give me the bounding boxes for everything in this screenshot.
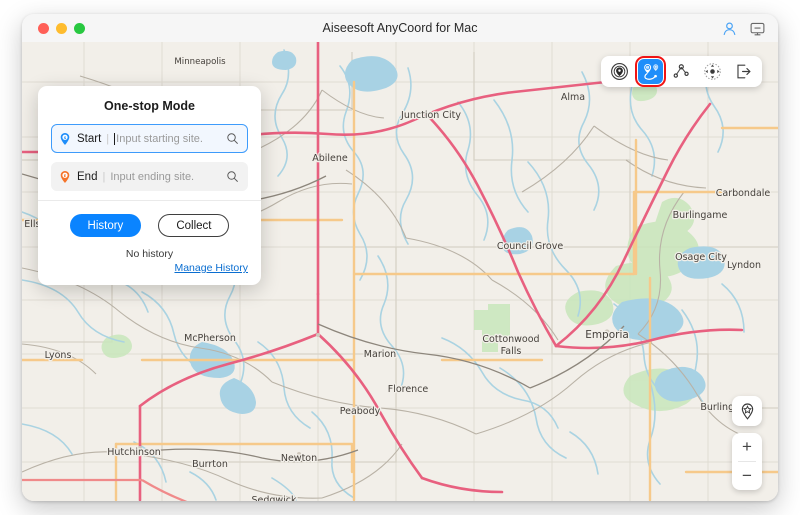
zoom-in-button[interactable]: + (732, 433, 762, 461)
panel-tabs: History Collect (38, 201, 261, 237)
end-input[interactable]: Input ending site. (110, 171, 226, 183)
one-stop-mode-button[interactable]: S (635, 56, 666, 87)
map-label: Osage City (675, 252, 727, 263)
end-field[interactable]: E End | Input ending site. (51, 162, 248, 191)
multi-node-route-icon (673, 64, 689, 78)
end-separator: | (102, 170, 106, 183)
map-label: Abilene (312, 153, 348, 164)
empty-state-text: No history (125, 248, 174, 260)
map-label: Newton (281, 453, 317, 464)
joystick-mode-button[interactable] (700, 59, 725, 84)
map-label: Lyndon (727, 260, 761, 271)
search-icon[interactable] (226, 170, 239, 183)
map-label: Burrton (192, 459, 228, 470)
search-icon[interactable] (226, 132, 239, 145)
collect-button[interactable]: Collect (158, 214, 230, 237)
history-button[interactable]: History (69, 214, 142, 237)
text-cursor (114, 132, 116, 145)
map-label: Alma (561, 92, 585, 103)
two-point-route-icon: S (643, 63, 658, 80)
multi-stop-mode-button[interactable] (669, 59, 694, 84)
map-label: Burlingame (673, 210, 728, 221)
end-label: End (77, 170, 98, 183)
map-label: Minneapolis (174, 57, 226, 67)
map-label: Emporia (585, 329, 629, 341)
mode-toolbar: S (601, 56, 762, 87)
svg-text:S: S (646, 65, 648, 69)
exit-icon (737, 64, 751, 79)
one-stop-panel: One-stop Mode S Start | Input starting s… (38, 86, 261, 285)
window-title: Aiseesoft AnyCoord for Mac (322, 21, 478, 35)
map-label: Florence (388, 384, 429, 395)
map-label: Hutchinson (107, 447, 161, 458)
joystick-icon (704, 63, 721, 80)
zoom-controls: + − (732, 433, 762, 490)
map-label: Carbondale (716, 188, 771, 199)
map-label: Junction City (400, 110, 461, 121)
end-pin-icon: E (60, 170, 70, 183)
panel-title: One-stop Mode (104, 99, 195, 113)
screenshot-root: Aiseesoft AnyCoord for Mac Minneapolis J… (0, 0, 800, 515)
one-spot-mode-button[interactable] (607, 59, 632, 84)
feedback-icon[interactable] (749, 20, 766, 37)
map-label: Peabody (340, 406, 381, 417)
map-label: Falls (501, 346, 522, 357)
zoom-out-button[interactable]: − (732, 462, 762, 490)
map-label: Lyons (45, 350, 72, 361)
map-label: Council Grove (497, 241, 564, 252)
start-separator: | (106, 132, 110, 145)
map-label: Marion (364, 349, 396, 360)
map-label: Cottonwood (482, 334, 539, 345)
pin-star-icon (741, 402, 753, 420)
start-pin-icon: S (60, 132, 70, 145)
svg-text:S: S (64, 135, 67, 140)
exit-mode-button[interactable] (731, 59, 756, 84)
start-label: Start (77, 132, 102, 145)
title-bar: Aiseesoft AnyCoord for Mac (22, 14, 778, 43)
map-canvas[interactable]: Minneapolis Junction City Alma Abilene Carbo… (22, 42, 778, 501)
start-input[interactable]: Input starting site. (116, 133, 226, 145)
target-pin-icon (611, 63, 628, 80)
map-label: Sedgwick (251, 495, 297, 501)
manage-history-link[interactable]: Manage History (38, 262, 261, 285)
locate-button[interactable] (732, 396, 762, 426)
account-icon[interactable] (721, 20, 738, 37)
start-field[interactable]: S Start | Input starting site. (51, 124, 248, 153)
titlebar-actions (721, 14, 766, 42)
map-label: McPherson (184, 333, 236, 344)
svg-text:E: E (64, 173, 67, 178)
app-window: Aiseesoft AnyCoord for Mac Minneapolis J… (22, 14, 778, 501)
